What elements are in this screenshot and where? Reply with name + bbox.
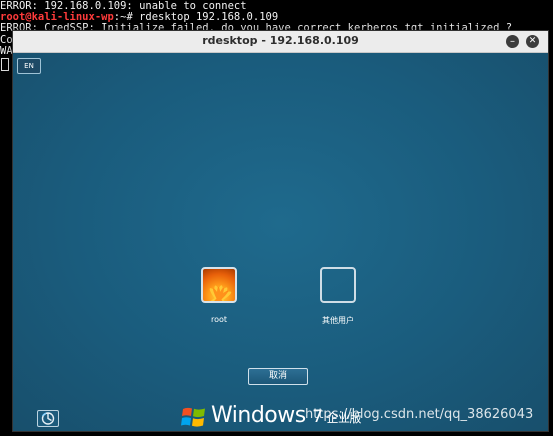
terminal-line-partial-2: WA	[0, 45, 13, 57]
cancel-button[interactable]: 取消	[248, 368, 308, 385]
flower-avatar-icon	[206, 285, 232, 301]
brand-name: Windows	[211, 403, 306, 428]
user-tile-other[interactable]	[320, 267, 356, 303]
rdesktop-window: rdesktop - 192.168.0.109 – ✕ EN root 其他用…	[12, 30, 549, 432]
ease-of-access-button[interactable]	[37, 410, 59, 427]
watermark-text: https://blog.csdn.net/qq_38626043	[305, 407, 534, 422]
terminal-cursor	[1, 58, 9, 71]
close-icon[interactable]: ✕	[526, 35, 539, 48]
user-label-other[interactable]: 其他用户	[298, 315, 378, 326]
user-tile-root[interactable]	[201, 267, 237, 303]
windows-flag-icon	[181, 407, 205, 427]
window-title: rdesktop - 192.168.0.109	[202, 34, 359, 47]
language-indicator[interactable]: EN	[17, 58, 41, 74]
windows-login-screen: EN root 其他用户 取消 Windows 7 企业版	[13, 53, 548, 431]
ease-of-access-icon	[41, 412, 55, 425]
user-label-root[interactable]: root	[179, 315, 259, 324]
minimize-icon[interactable]: –	[506, 35, 519, 48]
window-titlebar[interactable]: rdesktop - 192.168.0.109 – ✕	[13, 31, 548, 53]
